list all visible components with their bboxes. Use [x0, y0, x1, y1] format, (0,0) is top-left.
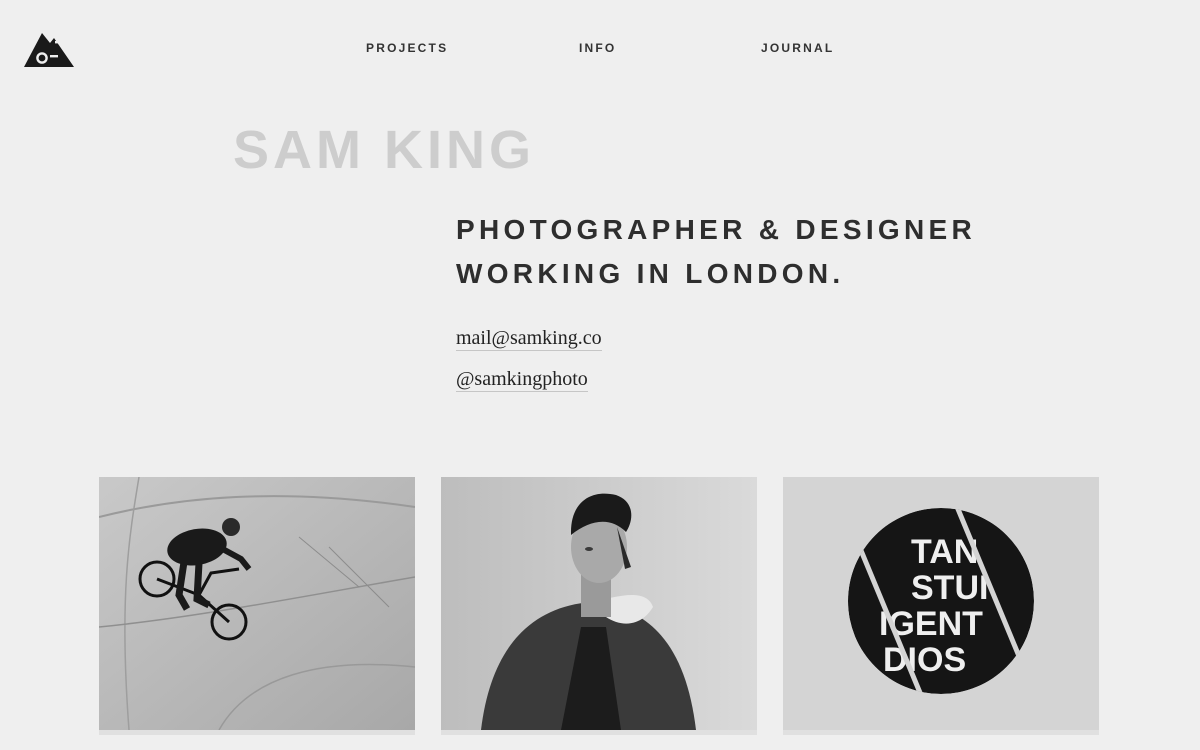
project-tile-bmx[interactable]: [99, 477, 415, 730]
tile-shadow: [783, 730, 1099, 735]
tagline: PHOTOGRAPHER & DESIGNER WORKING IN LONDO…: [456, 208, 976, 296]
logo-badge: TAN STUI IGENT DIOS: [783, 477, 1099, 730]
tagline-line-1: PHOTOGRAPHER & DESIGNER: [456, 214, 976, 245]
nav-journal[interactable]: JOURNAL: [761, 41, 834, 55]
main-nav: PROJECTS INFO JOURNAL: [0, 41, 1200, 57]
tagline-line-2: WORKING IN LONDON.: [456, 258, 845, 289]
tile-shadow: [99, 730, 415, 735]
nav-info[interactable]: INFO: [579, 41, 616, 55]
portrait-photo: [441, 477, 757, 730]
tile-shadow: [441, 730, 757, 735]
nav-projects[interactable]: PROJECTS: [366, 41, 448, 55]
site-title: SAM KING: [233, 120, 535, 180]
bmx-rider-photo: [99, 477, 415, 730]
project-tile-logo[interactable]: TAN STUI IGENT DIOS: [783, 477, 1099, 730]
social-handle-link[interactable]: @samkingphoto: [456, 367, 588, 392]
badge-line-4: DIOS: [883, 641, 966, 679]
badge-line-2: STUI: [911, 569, 988, 607]
project-tile-portrait[interactable]: [441, 477, 757, 730]
email-link[interactable]: mail@samking.co: [456, 326, 602, 351]
